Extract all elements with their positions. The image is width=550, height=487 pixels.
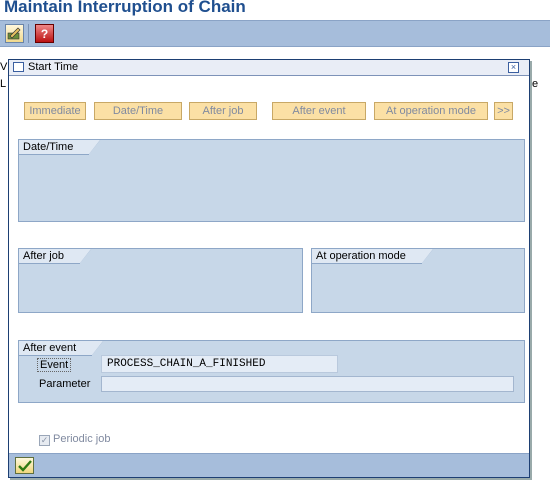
background-text: V [0,61,8,73]
svg-text:?: ? [41,27,48,40]
group-title: After event [19,340,105,356]
after-event-group: After event Event PROCESS_CHAIN_A_FINISH… [18,340,525,403]
checkbox-checked-icon[interactable]: ✓ [39,435,50,446]
event-field[interactable]: PROCESS_CHAIN_A_FINISHED [101,355,338,373]
window-icon [13,62,24,72]
after-job-button[interactable]: After job [189,102,257,120]
app-toolbar: ? [0,20,550,47]
datetime-group: Date/Time [18,139,525,222]
edit-pencil-icon [7,27,21,40]
checkmark-icon [17,459,32,472]
app-title: Maintain Interruption of Chain [4,0,246,16]
parameter-label: Parameter [39,378,91,390]
dialog-footer [9,453,529,477]
help-button[interactable]: ? [35,24,54,43]
more-button[interactable]: >> [494,102,513,120]
start-time-dialog: Start Time × Immediate Date/Time After j… [8,59,530,478]
datetime-button[interactable]: Date/Time [94,102,182,120]
at-operation-mode-group: At operation mode [311,248,525,313]
background-text: e [532,78,539,90]
group-title: After job [19,248,92,264]
after-job-group: After job [18,248,303,313]
ok-button[interactable] [15,457,34,474]
parameter-field[interactable] [101,376,514,392]
close-icon[interactable]: × [508,62,519,73]
group-title: At operation mode [312,248,434,264]
dialog-title: Start Time [28,61,79,73]
background-text: L [0,78,7,90]
event-label: Event [37,358,72,372]
periodic-job-checkbox[interactable]: ✓ Periodic job [39,433,110,446]
after-event-button[interactable]: After event [272,102,366,120]
dialog-titlebar[interactable]: Start Time × [9,60,529,76]
toolbar-separator [28,24,29,43]
help-icon: ? [41,27,48,40]
at-operation-mode-button[interactable]: At operation mode [374,102,488,120]
immediate-button[interactable]: Immediate [24,102,86,120]
edit-button[interactable] [5,24,24,43]
periodic-job-label: Periodic job [53,433,111,445]
group-title: Date/Time [19,139,102,155]
